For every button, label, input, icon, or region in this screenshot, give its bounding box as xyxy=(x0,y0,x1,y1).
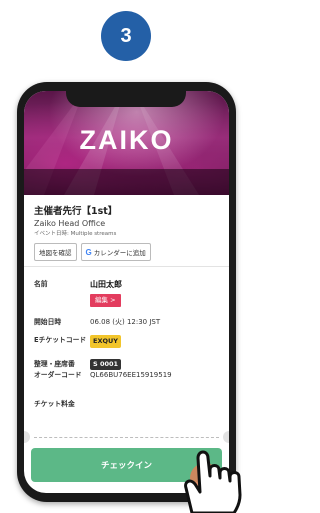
pointing-hand-icon xyxy=(184,450,242,513)
name-label: 名前 xyxy=(34,280,48,288)
google-icon: G xyxy=(85,247,92,257)
fee-label: チケット料金 xyxy=(34,400,75,408)
detail-row-seat: 整理・座席番 S 0001 xyxy=(34,359,224,370)
phone-notch xyxy=(66,91,186,107)
map-button-label: 地図を確認 xyxy=(39,249,72,257)
add-to-calendar-button[interactable]: G カレンダーに追加 xyxy=(80,243,151,261)
eticket-label: Eチケットコード xyxy=(34,336,87,344)
phone-screen: ZAIKO 主催者先行【1st】 Zaiko Head Office イベント日… xyxy=(24,91,229,493)
detail-row-name: 名前 山田太郎 編集 > xyxy=(34,279,224,307)
seat-badge: S 0001 xyxy=(90,359,122,370)
calendar-button-label: カレンダーに追加 xyxy=(93,249,146,257)
phone-frame: ZAIKO 主催者先行【1st】 Zaiko Head Office イベント日… xyxy=(17,82,236,502)
detail-row-order: オーダーコード QL66BU76EE15919519 xyxy=(34,370,224,381)
start-value: 06.08 (火) 12:30 JST xyxy=(90,318,161,326)
step-number-badge: 3 xyxy=(101,11,151,61)
event-title: 主催者先行【1st】 xyxy=(34,206,118,217)
map-button[interactable]: 地図を確認 xyxy=(34,243,77,261)
detail-row-eticket: Eチケットコード EXQUY xyxy=(34,335,224,348)
ticket-notch-left xyxy=(24,431,30,443)
perforation-line xyxy=(34,437,219,438)
event-organizer: Zaiko Head Office xyxy=(34,219,106,228)
order-label: オーダーコード xyxy=(34,371,82,379)
eticket-code-badge: EXQUY xyxy=(90,335,121,348)
detail-row-start: 開始日時 06.08 (火) 12:30 JST xyxy=(34,317,224,328)
divider xyxy=(24,266,229,267)
name-value: 山田太郎 xyxy=(90,280,122,289)
zaiko-logo: ZAIKO xyxy=(79,125,174,155)
event-info: 主催者先行【1st】 Zaiko Head Office イベント日時: Mul… xyxy=(34,203,222,261)
start-label: 開始日時 xyxy=(34,318,62,326)
event-date: イベント日時: Multiple streams xyxy=(34,231,117,237)
edit-button[interactable]: 編集 > xyxy=(90,294,121,307)
checkin-label: チェックイン xyxy=(100,461,152,471)
seat-label: 整理・座席番 xyxy=(34,360,75,368)
detail-row-fee: チケット料金 xyxy=(34,399,224,410)
order-code-value: QL66BU76EE15919519 xyxy=(90,371,172,379)
